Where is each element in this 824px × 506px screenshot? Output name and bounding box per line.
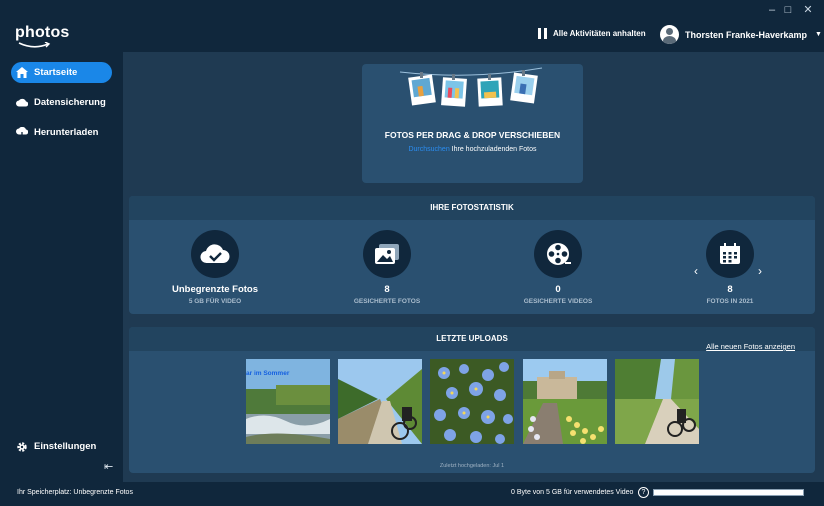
- stat-unlimited-photos: Unbegrenzte Fotos 5 GB FÜR VIDEO: [135, 230, 295, 305]
- sidebar-item-label: Datensicherung: [34, 97, 106, 108]
- chevron-left-icon[interactable]: ‹: [694, 264, 698, 278]
- close-button[interactable]: ✕: [798, 2, 818, 18]
- sidebar-item-startseite[interactable]: Startseite: [11, 62, 112, 83]
- calendar-icon: [706, 230, 754, 278]
- stat-saved-videos: 0 GESICHERTE VIDEOS: [478, 230, 638, 305]
- recent-uploads-title: LETZTE UPLOADS Alle neuen Fotos anzeigen: [129, 327, 815, 351]
- cloud-download-icon: [16, 126, 28, 139]
- gear-icon: [16, 441, 28, 453]
- stat-value: Unbegrenzte Fotos: [171, 284, 259, 295]
- photo-stats-panel: IHRE FOTOSTATISTIK Unbegrenzte Fotos 5 G…: [129, 196, 815, 314]
- stat-label: 5 GB FÜR VIDEO: [188, 298, 242, 305]
- recent-uploads-title-text: LETZTE UPLOADS: [436, 334, 508, 343]
- browse-link[interactable]: Durchsuchen: [408, 146, 449, 153]
- stat-photos-year: 8 FOTOS IN 2021: [650, 230, 810, 305]
- sidebar-item-datensicherung[interactable]: Datensicherung: [11, 92, 112, 113]
- video-usage-bar: [653, 489, 804, 496]
- user-name: Thorsten Franke-Haverkamp: [685, 29, 808, 40]
- last-upload-info: Zuletzt hochgeladen: Jul 1: [439, 463, 505, 469]
- film-reel-icon: [534, 230, 582, 278]
- sidebar-item-label: Startseite: [34, 67, 78, 78]
- caret-down-icon: ▼: [815, 31, 822, 38]
- photo-thumbnail[interactable]: ar im Sommer: [246, 359, 330, 444]
- collapse-sidebar-icon[interactable]: ⇤: [104, 460, 113, 473]
- app-logo: photos: [15, 24, 70, 41]
- avatar: [660, 25, 679, 44]
- app-header: photos Alle Aktivitäten anhalten Thorste…: [0, 20, 824, 52]
- pause-all-button[interactable]: Alle Aktivitäten anhalten: [538, 28, 646, 39]
- pause-all-label: Alle Aktivitäten anhalten: [553, 29, 646, 38]
- video-usage-info: 0 Byte von 5 GB für verwendetes Video: [511, 489, 634, 496]
- drop-zone-subtitle-text: Ihre hochzuladenden Fotos: [451, 146, 537, 153]
- photo-thumbnail[interactable]: [338, 359, 422, 444]
- stat-label: GESICHERTE VIDEOS: [523, 298, 593, 305]
- stat-value: 8: [727, 284, 733, 295]
- photo-thumbnail[interactable]: [523, 359, 607, 444]
- settings-button[interactable]: Einstellungen: [11, 436, 112, 457]
- stat-value: 0: [555, 284, 561, 295]
- user-menu[interactable]: Thorsten Franke-Haverkamp ▼: [660, 25, 822, 44]
- stat-value: 8: [384, 284, 390, 295]
- photo-stats-title: IHRE FOTOSTATISTIK: [129, 196, 815, 220]
- logo-smile-icon: [18, 42, 51, 48]
- title-bar: – □ ✕: [0, 0, 824, 20]
- hanging-photos-illustration: [399, 67, 543, 107]
- recent-uploads-panel: LETZTE UPLOADS Alle neuen Fotos anzeigen…: [129, 327, 815, 473]
- home-icon: [16, 67, 28, 79]
- chevron-right-icon[interactable]: ›: [758, 264, 762, 278]
- help-icon[interactable]: ?: [638, 487, 649, 498]
- drop-zone-title: FOTOS PER DRAG & DROP VERSCHIEBEN: [384, 130, 561, 140]
- photo-thumbnail[interactable]: [615, 359, 699, 444]
- status-bar: Ihr Speicherplatz: Unbegrenzte Fotos 0 B…: [0, 482, 824, 506]
- settings-label: Einstellungen: [34, 441, 97, 452]
- drop-zone[interactable]: FOTOS PER DRAG & DROP VERSCHIEBEN Durchs…: [362, 64, 583, 183]
- cloud-check-icon: [191, 230, 239, 278]
- stat-saved-photos: 8 GESICHERTE FOTOS: [307, 230, 467, 305]
- photos-icon: [363, 230, 411, 278]
- storage-info: Ihr Speicherplatz: Unbegrenzte Fotos: [17, 489, 133, 496]
- stat-label: FOTOS IN 2021: [706, 298, 754, 305]
- stat-label: GESICHERTE FOTOS: [353, 298, 421, 305]
- see-all-photos-link[interactable]: Alle neuen Fotos anzeigen: [706, 335, 795, 359]
- pause-icon: [538, 28, 547, 39]
- sidebar: Startseite Datensicherung Herunterladen …: [0, 52, 123, 482]
- photo-thumbnail[interactable]: [430, 359, 514, 444]
- maximize-button[interactable]: □: [778, 2, 798, 18]
- thumbnail-caption: ar im Sommer: [246, 370, 290, 377]
- cloud-icon: [16, 97, 28, 109]
- drop-zone-subtitle: Durchsuchen Ihre hochzuladenden Fotos: [362, 146, 583, 153]
- sidebar-item-herunterladen[interactable]: Herunterladen: [11, 122, 112, 143]
- sidebar-item-label: Herunterladen: [34, 127, 99, 138]
